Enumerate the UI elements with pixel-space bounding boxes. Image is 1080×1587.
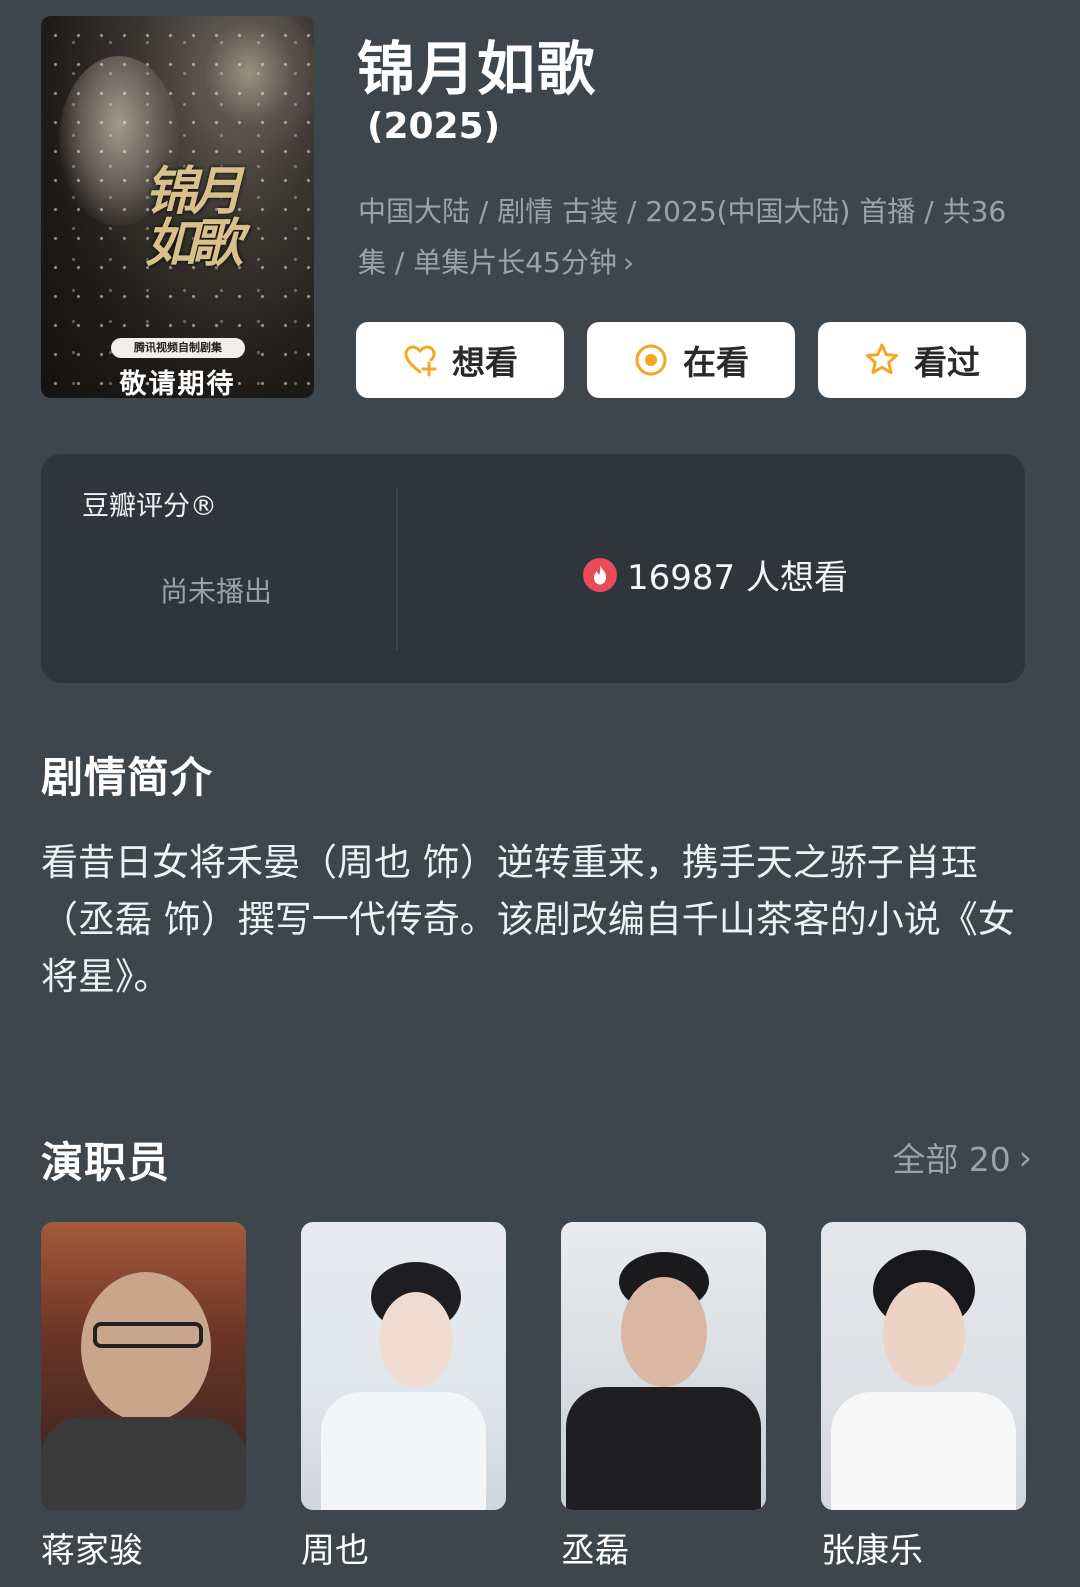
synopsis-heading: 剧情简介	[41, 753, 214, 802]
want-count-text: 16987 人想看	[627, 558, 848, 598]
poster-calligraphy-title: 锦月如歌	[145, 161, 243, 274]
cast-photo	[41, 1222, 246, 1510]
rating-card[interactable]: 豆瓣评分® 尚未播出 16987 人想看	[41, 454, 1025, 683]
cast-name: 蒋家骏	[41, 1531, 143, 1571]
cast-photo	[821, 1222, 1026, 1510]
page-title: 锦月如歌	[357, 35, 598, 103]
cast-name: 丞磊	[561, 1531, 629, 1571]
cast-all-label: 全部 20	[892, 1140, 1011, 1179]
watched-button[interactable]: 看过	[818, 322, 1026, 398]
star-outline-icon	[864, 342, 900, 378]
cast-card[interactable]: 蒋家骏	[41, 1222, 246, 1574]
rating-status: 尚未播出	[160, 575, 273, 608]
want-count: 16987 人想看	[583, 550, 848, 599]
watched-label: 看过	[914, 343, 980, 382]
target-circle-icon	[633, 342, 669, 378]
rating-divider	[396, 488, 398, 650]
cast-photo	[301, 1222, 506, 1510]
movie-detail-page: 锦月如歌 腾讯视频自制剧集 敬请期待 锦月如歌 (2025) 中国大陆 / 剧情…	[0, 0, 1080, 1587]
poster-caption: 敬请期待	[119, 369, 236, 398]
cast-name: 张康乐	[821, 1531, 923, 1571]
meta-text: 中国大陆 / 剧情 古装 / 2025(中国大陆) 首播 / 共36集 / 单集…	[358, 195, 1007, 279]
synopsis-text[interactable]: 看昔日女将禾晏（周也 饰）逆转重来，携手天之骄子肖珏（丞磊 饰）撰写一代传奇。该…	[41, 834, 1021, 1005]
cast-heading: 演职员	[41, 1138, 171, 1187]
rating-label: 豆瓣评分®	[82, 491, 217, 522]
watching-label: 在看	[683, 343, 749, 382]
chevron-right-icon: ›	[1018, 1137, 1032, 1177]
fire-icon	[583, 557, 617, 592]
cast-card[interactable]: 周也	[301, 1222, 506, 1574]
release-year: (2025)	[367, 106, 501, 147]
poster-image[interactable]: 锦月如歌 腾讯视频自制剧集 敬请期待	[41, 16, 314, 398]
heart-plus-icon	[402, 342, 438, 378]
watching-button[interactable]: 在看	[587, 322, 795, 398]
poster-badge: 腾讯视频自制剧集	[111, 338, 245, 358]
chevron-right-icon: ›	[622, 246, 635, 279]
want-to-watch-button[interactable]: 想看	[356, 322, 564, 398]
meta-info[interactable]: 中国大陆 / 剧情 古装 / 2025(中国大陆) 首播 / 共36集 / 单集…	[358, 186, 1008, 288]
cast-photo	[561, 1222, 766, 1510]
cast-name: 周也	[301, 1531, 369, 1571]
cast-card[interactable]: 丞磊	[561, 1222, 766, 1574]
cast-all-link[interactable]: 全部 20 ›	[892, 1133, 1032, 1181]
want-to-watch-label: 想看	[452, 343, 518, 382]
cast-card[interactable]: 张康乐	[821, 1222, 1026, 1574]
